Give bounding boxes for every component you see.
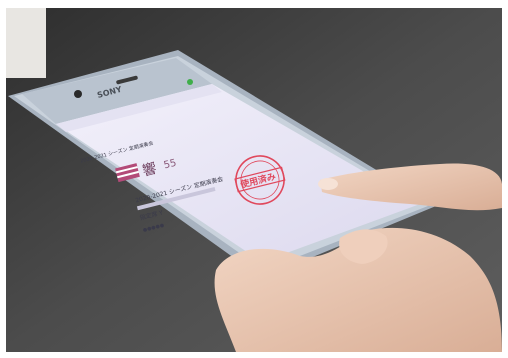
photo-scene: SONY 2020-2021 シーズン 定期演奏会 響 55 2020-2021… xyxy=(0,0,508,358)
